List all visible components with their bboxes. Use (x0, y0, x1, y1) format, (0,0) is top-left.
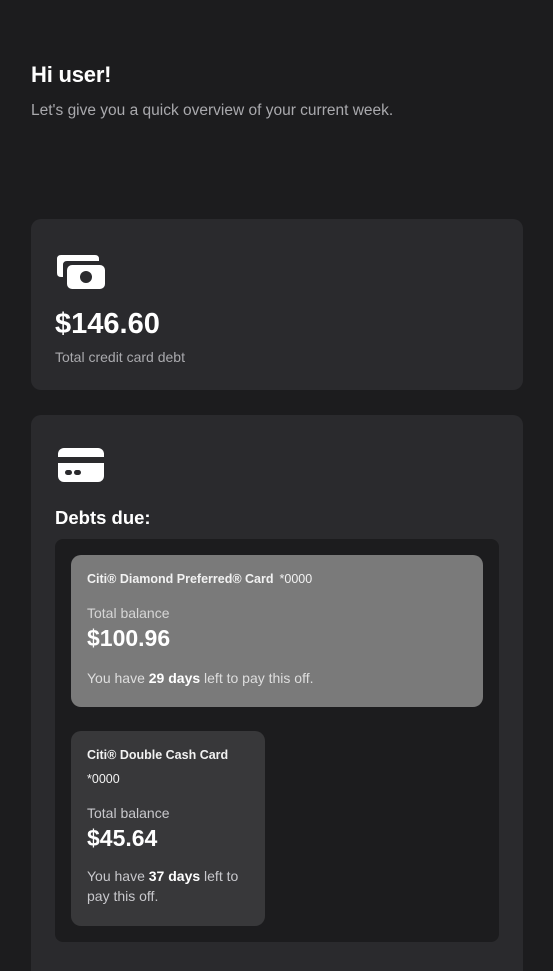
due-note: You have 37 days left to pay this off. (87, 866, 249, 906)
debts-due-list: Citi® Diamond Preferred® Card *0000 Total… (55, 539, 499, 942)
balance-amount: $45.64 (87, 825, 158, 851)
credit-card-icon (55, 445, 107, 485)
due-note-prefix: You have (87, 868, 145, 884)
due-note-prefix: You have (87, 670, 145, 686)
due-days: 37 days (148, 868, 201, 884)
account-name: Citi® Diamond Preferred® Card (87, 572, 274, 586)
due-note-suffix: left to pay this off. (204, 670, 314, 686)
due-days: 29 days (148, 670, 201, 686)
balance-label: Total balance (87, 605, 170, 621)
account-mask: *0000 (87, 772, 120, 786)
cash-icon (55, 251, 107, 291)
account-card-double-cash[interactable]: Citi® Double Cash Card *0000 Total balanc… (71, 731, 265, 926)
total-debt-card: $146.60 Total credit card debt (31, 219, 523, 390)
balance-amount: $100.96 (87, 625, 171, 651)
greeting-title: Hi user! (31, 62, 112, 87)
total-debt-caption: Total credit card debt (55, 349, 185, 365)
greeting-subtitle: Let's give you a quick overview of your … (31, 102, 394, 119)
dashboard-page: Hi user! Let's give you a quick overview… (0, 0, 553, 971)
debts-due-heading: Debts due: (55, 507, 151, 528)
debts-due-card: Debts due: Citi® Diamond Preferred® Card… (31, 415, 523, 971)
account-name: Citi® Double Cash Card (87, 748, 229, 762)
balance-label: Total balance (87, 805, 170, 821)
account-mask: *0000 (279, 572, 313, 586)
due-note: You have 29 days left to pay this off. (87, 668, 467, 688)
total-debt-amount: $146.60 (55, 308, 160, 340)
account-card-diamond-preferred[interactable]: Citi® Diamond Preferred® Card *0000 Total… (71, 555, 483, 707)
